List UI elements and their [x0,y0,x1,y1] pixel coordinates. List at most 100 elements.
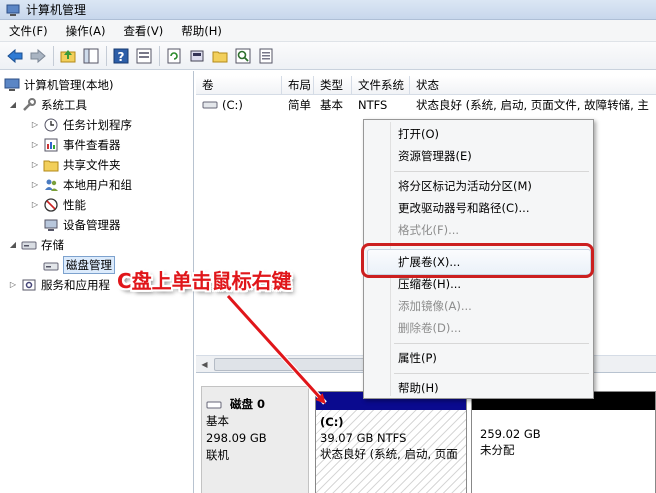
tree-item-system-tools[interactable]: ◢ 系统工具 [8,95,87,114]
menu-item-delete-volume: 删除卷(D)... [398,321,462,335]
shared-folder-icon [43,157,59,173]
menu-help[interactable]: 帮助(H) [172,20,231,42]
menu-action[interactable]: 操作(A) [57,20,115,42]
collapse-arrow-icon[interactable]: ◢ [8,240,18,250]
tools-icon [21,97,37,113]
menu-item-explorer[interactable]: 资源管理器(E) [398,146,472,166]
disk-info[interactable]: 磁盘 0 基本 298.09 GB 联机 [201,386,309,493]
open-folder-button[interactable] [209,45,231,67]
back-arrow-icon [7,48,23,63]
forward-button[interactable] [27,45,49,67]
column-header-layout[interactable]: 布局 [282,76,314,94]
expand-arrow-icon[interactable]: ▷ [8,280,18,290]
tree-item-disk-management[interactable]: 磁盘管理 [43,255,115,274]
open-folder-icon [212,51,228,62]
partition-unallocated[interactable]: 259.02 GB 未分配 [471,391,656,493]
tree-item-label: 设备管理器 [63,217,121,232]
show-hide-tree-icon [83,48,99,63]
expand-arrow-icon[interactable]: ▷ [30,120,40,130]
expand-arrow-icon[interactable]: ▷ [30,140,40,150]
column-header-status[interactable]: 状态 [410,76,656,94]
annotation-highlight-box [361,243,594,278]
tree-item-label: 性能 [63,197,86,212]
up-level-button[interactable] [57,45,79,67]
tree-item-label: 计算机管理(本地) [24,77,114,92]
toolbar-separator [53,45,54,66]
menu-view[interactable]: 查看(V) [114,20,172,42]
volume-status: 状态良好 (系统, 启动, 页面文件, 故障转储, 主 [416,98,649,112]
tree-item-performance[interactable]: ▷ 性能 [30,195,86,214]
export-list-icon [259,48,273,63]
device-manager-icon [43,217,59,233]
tree-item-services-applications[interactable]: ▷ 服务和应用程 [8,275,110,294]
export-list-button[interactable] [255,45,277,67]
volume-filesystem: NTFS [358,98,388,112]
tree-item-label: 事件查看器 [63,137,121,152]
forward-arrow-icon [30,48,46,63]
rescan-disks-icon [190,50,204,61]
disk-name: 磁盘 0 [230,397,266,411]
tree-item-storage[interactable]: ◢ 存储 [8,235,64,254]
svg-text:?: ? [118,50,125,64]
services-icon [21,277,37,293]
computer-management-icon [4,77,20,93]
menu-item-properties[interactable]: 属性(P) [398,348,437,368]
help-icon: ? [113,48,129,64]
tree-item-shared-folders[interactable]: ▷ 共享文件夹 [30,155,121,174]
rescan-disks-button[interactable] [186,45,208,67]
tree-item-label: 系统工具 [41,97,87,112]
show-hide-tree-button[interactable] [80,45,102,67]
menu-item-open[interactable]: 打开(O) [398,124,439,144]
tree-item-device-manager[interactable]: 设备管理器 [43,215,121,234]
column-header-type[interactable]: 类型 [314,76,352,94]
annotation-text: C盘上单击鼠标右键 [117,269,292,293]
up-folder-icon [60,49,76,62]
properties-panel-button[interactable] [133,45,155,67]
tree-item-event-viewer[interactable]: ▷ 事件查看器 [30,135,121,154]
tree-item-label: 服务和应用程 [41,277,110,292]
performance-icon [43,197,59,213]
expand-arrow-icon[interactable]: ▷ [30,180,40,190]
disk-icon [206,401,222,408]
search-button[interactable] [232,45,254,67]
menu-separator [394,343,589,344]
partition-status: 未分配 [480,443,515,457]
disk-status: 联机 [206,448,229,462]
disk-size: 298.09 GB [206,431,267,445]
column-header-volume[interactable]: 卷 [196,76,282,94]
menu-file[interactable]: 文件(F) [0,20,57,42]
search-icon [235,48,251,63]
disk-management-icon [43,257,59,273]
tree-item-local-users-groups[interactable]: ▷ 本地用户和组 [30,175,132,194]
help-button[interactable]: ? [110,45,132,67]
menu-separator [394,171,589,172]
volume-type: 基本 [320,98,343,112]
clock-icon [43,117,59,133]
back-button[interactable] [4,45,26,67]
refresh-button[interactable] [163,45,185,67]
users-icon [43,177,59,193]
window-title: 计算机管理 [26,3,87,17]
menu-item-change-drive-letter[interactable]: 更改驱动器号和路径(C)... [398,198,529,218]
tree-item-label: 共享文件夹 [63,157,121,172]
tree-item-computer-management[interactable]: 计算机管理(本地) [4,75,113,94]
refresh-icon [167,48,181,63]
column-header-filesystem[interactable]: 文件系统 [352,76,410,94]
expand-arrow-icon[interactable]: ▷ [30,200,40,210]
partition-c[interactable]: (C:) 39.07 GB NTFS 状态良好 (系统, 启动, 页面 [315,391,467,493]
tree-item-task-scheduler[interactable]: ▷ 任务计划程序 [30,115,132,134]
menu-item-add-mirror: 添加镜像(A)... [398,299,472,313]
menu-item-mark-active[interactable]: 将分区标记为活动分区(M) [398,176,532,196]
volume-layout: 简单 [288,98,311,112]
menu-item-format: 格式化(F)... [398,223,460,237]
collapse-arrow-icon[interactable]: ◢ [8,100,18,110]
partition-size: 39.07 GB NTFS [320,431,407,445]
toolbar-separator [159,45,160,66]
partition-status: 状态良好 (系统, 启动, 页面 [320,447,458,461]
computer-management-icon [6,4,20,16]
menu-item-help[interactable]: 帮助(H) [398,378,439,398]
tree-item-label: 本地用户和组 [63,177,132,192]
table-row[interactable]: (C:) 简单 基本 NTFS 状态良好 (系统, 启动, 页面文件, 故障转储… [196,96,656,114]
expand-arrow-icon[interactable]: ▷ [30,160,40,170]
scroll-left-icon[interactable]: ◀ [198,358,211,371]
